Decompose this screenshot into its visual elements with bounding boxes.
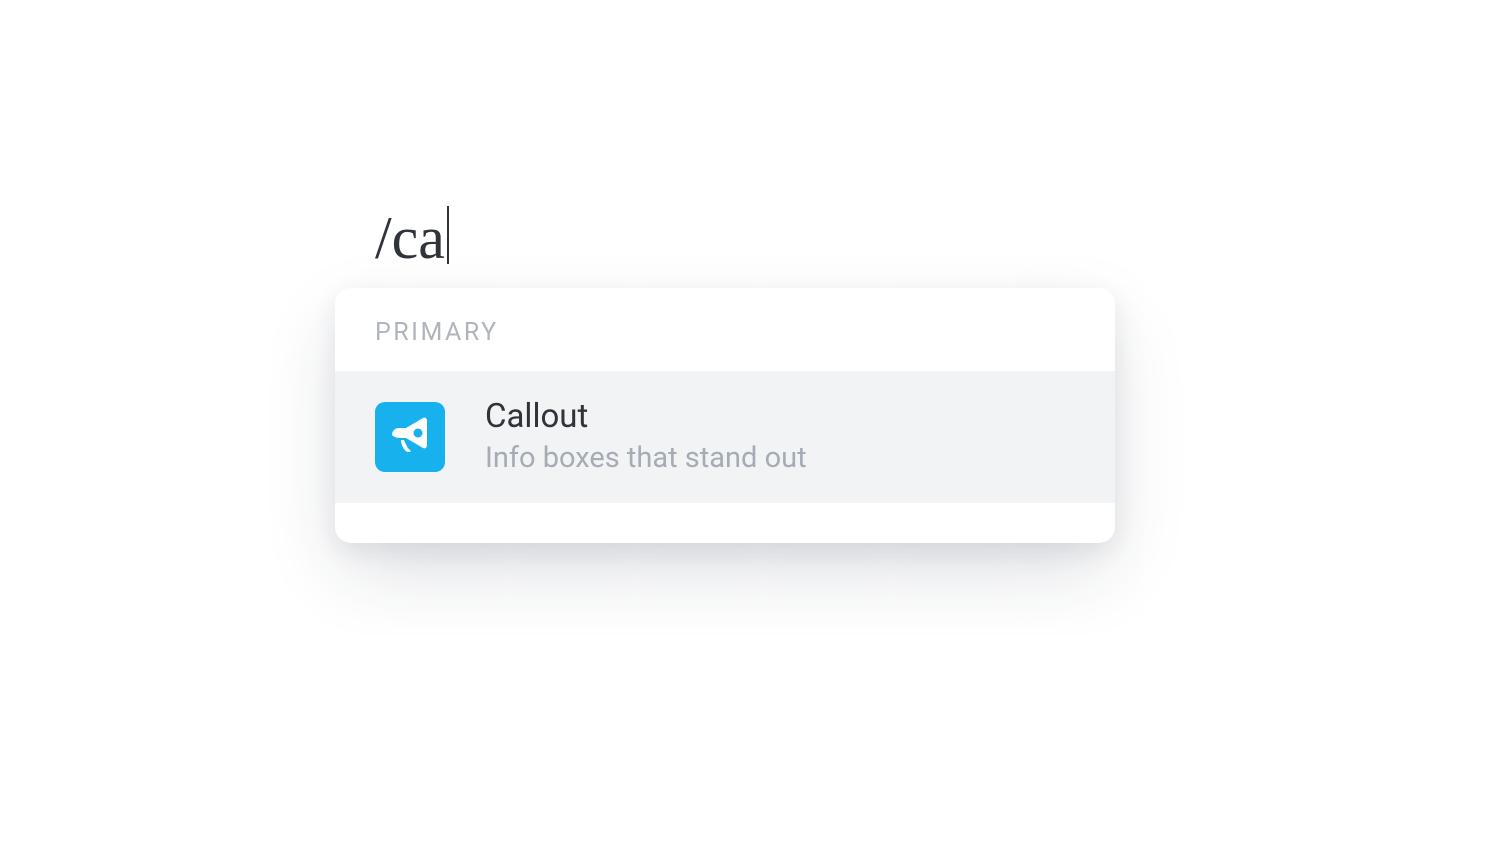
dropdown-item-description: Info boxes that stand out (485, 441, 1075, 475)
text-caret (447, 206, 449, 264)
slash-command-text: /ca (375, 208, 445, 268)
dropdown-footer-space (335, 503, 1115, 543)
megaphone-icon (375, 402, 445, 472)
slash-command-input[interactable]: /ca (375, 200, 449, 268)
dropdown-item-title: Callout (485, 399, 1075, 435)
dropdown-item-text: Callout Info boxes that stand out (485, 399, 1075, 475)
command-dropdown: PRIMARY Callout Info boxes that stand ou… (335, 288, 1115, 543)
dropdown-section-label: PRIMARY (335, 288, 1115, 371)
dropdown-item-callout[interactable]: Callout Info boxes that stand out (335, 371, 1115, 503)
